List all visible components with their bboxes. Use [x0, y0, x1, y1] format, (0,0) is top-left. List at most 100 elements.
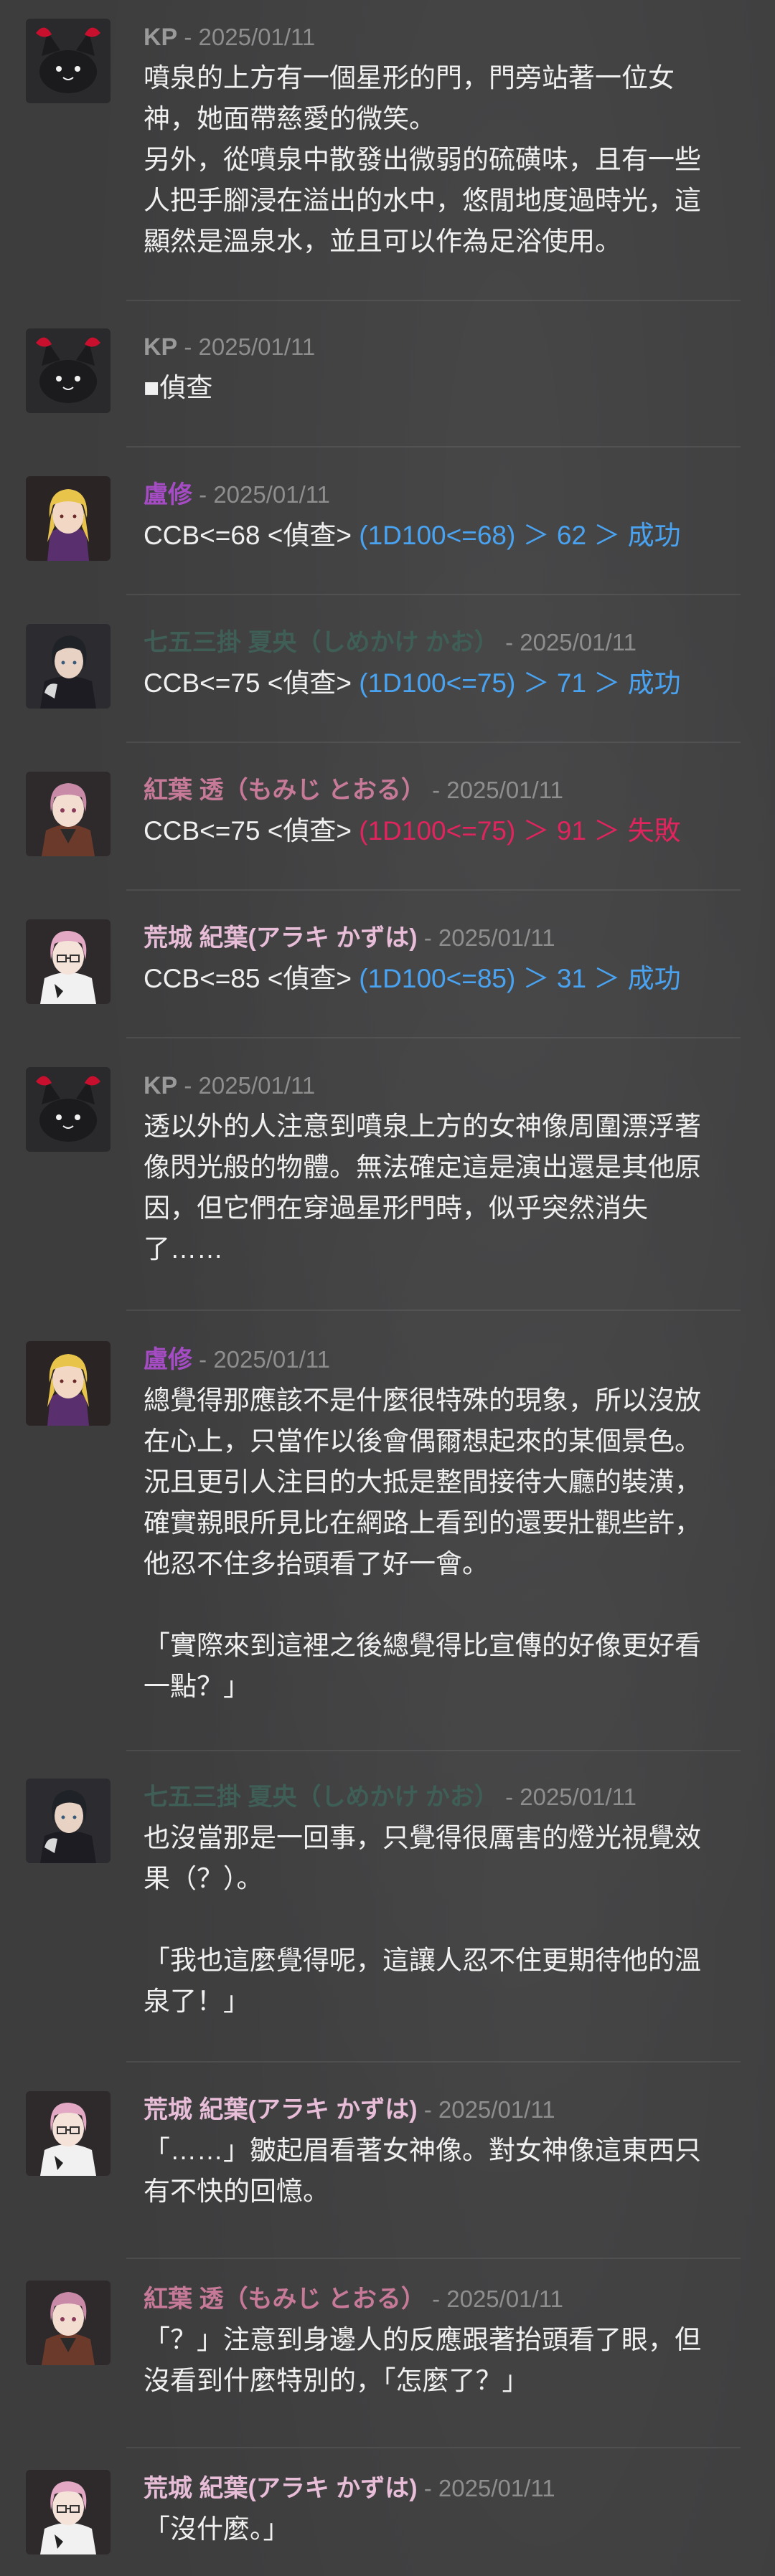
message-line: 果（？）。: [144, 1864, 263, 1893]
message-header: 荒城 紀葉(アラキ かずは) - 2025/01/11: [144, 2096, 555, 2124]
message-divider: [126, 889, 741, 891]
speaker-name: 荒城 紀葉(アラキ かずは): [144, 2475, 418, 2502]
message-header: 七五三掛 夏央（しめかけ かお） - 2025/01/11: [144, 628, 637, 657]
dice-command: CCB<=68 <偵查>: [144, 521, 360, 550]
message-line: 他忍不住多抬頭看了好一會。: [144, 1549, 489, 1578]
message-line: 像閃光般的物體。無法確定這是演出還是其他原: [144, 1152, 701, 1182]
speaker-name: 荒城 紀葉(アラキ かずは): [144, 2096, 418, 2123]
message-date: - 2025/01/11: [177, 333, 316, 360]
dice-command: CCB<=75 <偵查>: [144, 816, 360, 846]
pink-hair-glasses-avatar: [26, 2470, 111, 2554]
message-body: ■偵查: [144, 367, 739, 408]
message-line: 況且更引人注目的大抵是整間接待大廳的裝潢，: [144, 1467, 701, 1497]
message-body: CCB<=75 <偵查> (1D100<=75) ＞ 71 ＞ 成功: [144, 663, 739, 704]
message-divider: [126, 1750, 741, 1751]
message-header: KP - 2025/01/11: [144, 333, 315, 361]
message-line: 另外，從噴泉中散發出微弱的硫磺味，且有一些: [144, 145, 701, 174]
message-divider: [126, 300, 741, 301]
dark-hair-character-avatar: [26, 624, 111, 709]
dice-result: (1D100<=75) ＞ 71 ＞ 成功: [359, 668, 681, 698]
message-header: 荒城 紀葉(アラキ かずは) - 2025/01/11: [144, 2474, 555, 2503]
message-line: 沒看到什麼特別的，「怎麼了？」: [144, 2366, 529, 2395]
message-line: 也沒當那是一回事，只覺得很厲害的燈光視覺效: [144, 1823, 701, 1852]
dice-result: (1D100<=68) ＞ 62 ＞ 成功: [359, 521, 681, 550]
pink-hair-glasses-avatar: [26, 919, 111, 1004]
message-header: 荒城 紀葉(アラキ かずは) - 2025/01/11: [144, 924, 555, 952]
message-line: 噴泉的上方有一個星形的門，門旁站著一位女: [144, 63, 675, 93]
black-cat-avatar: [26, 328, 111, 413]
message-line: [144, 1584, 739, 1625]
message-body: CCB<=85 <偵查> (1D100<=85) ＞ 31 ＞ 成功: [144, 958, 739, 999]
message-divider: [126, 2061, 741, 2063]
message-line: 有不快的回憶。: [144, 2177, 329, 2206]
message-line: 在心上，只當作以後會偶爾想起來的某個景色。: [144, 1426, 701, 1456]
message-date: - 2025/01/11: [192, 1346, 331, 1373]
pink-hair-kimono-avatar: [26, 772, 111, 856]
message-header: 盧修 - 2025/01/11: [144, 480, 330, 509]
speaker-name: KP: [144, 24, 178, 51]
message-body: CCB<=75 <偵查> (1D100<=75) ＞ 91 ＞ 失敗: [144, 810, 739, 851]
message-line: 人把手腳浸在溢出的水中，悠閒地度過時光，這: [144, 186, 701, 215]
speaker-name: 盧修: [144, 481, 192, 508]
message-date: - 2025/01/11: [498, 1784, 637, 1810]
dice-result: (1D100<=85) ＞ 31 ＞ 成功: [359, 964, 681, 993]
message-date: - 2025/01/11: [177, 1072, 316, 1099]
message-header: 七五三掛 夏央（しめかけ かお） - 2025/01/11: [144, 1783, 637, 1812]
message-line: 一點？」: [144, 1672, 250, 1701]
message-date: - 2025/01/11: [425, 777, 563, 803]
speaker-name: 荒城 紀葉(アラキ かずは): [144, 924, 418, 952]
message-header: 盧修 - 2025/01/11: [144, 1345, 330, 1374]
message-line: 顯然是溫泉水，並且可以作為足浴使用。: [144, 227, 621, 256]
message-divider: [126, 1310, 741, 1311]
black-cat-avatar: [26, 19, 111, 103]
dice-command: CCB<=85 <偵查>: [144, 964, 360, 993]
speaker-name: 紅葉 透（もみじ とおる）: [144, 2286, 426, 2313]
chat-log: KP - 2025/01/11 噴泉的上方有一個星形的門，門旁站著一位女 神，她面帶…: [0, 0, 775, 2576]
message-divider: [126, 594, 741, 595]
message-line: 泉了！」: [144, 1987, 250, 2016]
message-divider: [126, 742, 741, 743]
blonde-character-avatar: [26, 476, 111, 561]
message-date: - 2025/01/11: [498, 629, 637, 655]
message-body: CCB<=68 <偵查> (1D100<=68) ＞ 62 ＞ 成功: [144, 515, 739, 556]
message-line: 「……」皺起眉看著女神像。對女神像這東西只: [144, 2136, 701, 2165]
message-line: 「？」注意到身邊人的反應跟著抬頭看了眼，但: [144, 2325, 701, 2354]
speaker-name: 七五三掛 夏央（しめかけ かお）: [144, 1784, 499, 1811]
message-line: ■偵查: [144, 373, 213, 402]
message-line: 確實親眼所見比在網路上看到的還要壯觀些許，: [144, 1508, 701, 1538]
speaker-name: KP: [144, 1072, 178, 1099]
message-body: 透以外的人注意到噴泉上方的女神像周圍漂浮著 像閃光般的物體。無法確定這是演出還是其…: [144, 1106, 739, 1269]
speaker-name: KP: [144, 333, 178, 361]
message-header: 紅葉 透（もみじ とおる） - 2025/01/11: [144, 2285, 563, 2314]
message-body: 噴泉的上方有一個星形的門，門旁站著一位女 神，她面帶慈愛的微笑。 另外，從噴泉中散發…: [144, 57, 739, 262]
message-body: 也沒當那是一回事，只覺得很厲害的燈光視覺效 果（？）。 「我也這麼覺得呢，這讓人忍…: [144, 1817, 739, 2022]
pink-hair-glasses-avatar: [26, 2091, 111, 2176]
message-divider: [126, 1037, 741, 1038]
message-date: - 2025/01/11: [425, 2286, 563, 2312]
speaker-name: 盧修: [144, 1346, 192, 1373]
message-line: 透以外的人注意到噴泉上方的女神像周圍漂浮著: [144, 1112, 701, 1141]
message-header: 紅葉 透（もみじ とおる） - 2025/01/11: [144, 776, 563, 805]
message-line: 了……: [144, 1234, 223, 1264]
message-line: 「實際來到這裡之後總覺得比宣傳的好像更好看: [144, 1631, 701, 1660]
black-cat-avatar: [26, 1067, 111, 1152]
speaker-name: 七五三掛 夏央（しめかけ かお）: [144, 629, 499, 656]
message-body: 「……」皺起眉看著女神像。對女神像這東西只 有不快的回憶。: [144, 2130, 739, 2212]
message-header: KP - 2025/01/11: [144, 23, 315, 52]
message-line: 因，但它們在穿過星形門時，似乎突然消失: [144, 1193, 648, 1223]
speaker-name: 紅葉 透（もみじ とおる）: [144, 777, 426, 804]
message-date: - 2025/01/11: [177, 24, 316, 50]
message-line: 總覺得那應該不是什麼很特殊的現象，所以沒放: [144, 1386, 701, 1415]
message-body: 「沒什麼。」: [144, 2509, 739, 2549]
pink-hair-kimono-avatar: [26, 2281, 111, 2365]
message-date: - 2025/01/11: [417, 924, 555, 951]
dark-hair-character-avatar: [26, 1779, 111, 1863]
message-date: - 2025/01/11: [417, 2475, 555, 2501]
message-divider: [126, 446, 741, 448]
message-body: 總覺得那應該不是什麼很特殊的現象，所以沒放 在心上，只當作以後會偶爾想起來的某個景…: [144, 1380, 739, 1707]
message-line: [144, 1899, 739, 1940]
dice-result: (1D100<=75) ＞ 91 ＞ 失敗: [359, 816, 681, 846]
message-line: 「沒什麼。」: [144, 2514, 290, 2544]
blonde-character-avatar: [26, 1341, 111, 1426]
message-date: - 2025/01/11: [417, 2096, 555, 2123]
